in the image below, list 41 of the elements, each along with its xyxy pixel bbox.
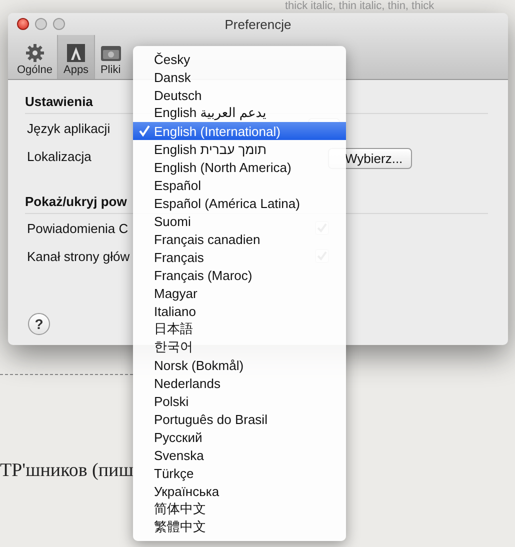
menu-item[interactable]: Español bbox=[133, 176, 346, 194]
checkbox-label: Powiadomienia C bbox=[27, 220, 128, 236]
menu-item[interactable]: 简体中文 bbox=[133, 500, 346, 518]
menu-item[interactable]: Polski bbox=[133, 392, 346, 410]
folder-icon bbox=[100, 43, 122, 63]
toolbar-tab[interactable]: Pliki bbox=[94, 35, 127, 79]
menu-item[interactable]: Česky bbox=[133, 50, 346, 68]
menu-item[interactable]: Italiano bbox=[133, 302, 346, 320]
menu-item[interactable]: Svenska bbox=[133, 446, 346, 464]
toolbar-tab[interactable]: Ogólne bbox=[12, 35, 58, 79]
menu-item[interactable]: Suomi bbox=[133, 212, 346, 230]
menu-item[interactable]: Norsk (Bokmål) bbox=[133, 356, 346, 374]
menu-item[interactable]: English (International) bbox=[133, 122, 346, 140]
gear-icon bbox=[24, 43, 45, 63]
menu-item[interactable]: Nederlands bbox=[133, 374, 346, 392]
checkbox-label: Kanał strony głów bbox=[27, 248, 130, 264]
menu-item[interactable]: Français canadien bbox=[133, 230, 346, 248]
background-text: ТР'шников (пиш bbox=[0, 460, 134, 482]
toolbar-tab[interactable]: Apps bbox=[57, 35, 95, 79]
menu-item[interactable]: Dansk bbox=[133, 68, 346, 86]
menu-item[interactable]: 繁體中文 bbox=[133, 518, 346, 536]
field-label: Lokalizacja bbox=[27, 148, 92, 164]
zoom-button[interactable] bbox=[53, 18, 65, 30]
menu-item[interactable]: Türkçe bbox=[133, 464, 346, 482]
menu-item[interactable]: Français bbox=[133, 248, 346, 266]
close-button[interactable] bbox=[17, 18, 29, 30]
menu-item[interactable]: Español (América Latina) bbox=[133, 194, 346, 212]
menu-item[interactable]: 日本語 bbox=[133, 320, 346, 338]
window-title: Preferencje bbox=[224, 16, 292, 32]
help-button[interactable]: ? bbox=[28, 313, 50, 335]
menu-item[interactable]: Русский bbox=[133, 428, 346, 446]
checkmark-icon bbox=[139, 125, 150, 137]
menu-item[interactable]: Français (Maroc) bbox=[133, 266, 346, 284]
field-label: Język aplikacji bbox=[27, 120, 110, 136]
apps-logo-icon bbox=[66, 43, 86, 63]
menu-item[interactable]: 한국어 bbox=[133, 338, 346, 356]
menu-item[interactable]: Українська bbox=[133, 482, 346, 500]
menu-item[interactable]: Português do Brasil bbox=[133, 410, 346, 428]
background-text: thick italic, thin italic, thin, thick bbox=[285, 0, 434, 12]
menu-item[interactable]: Magyar bbox=[133, 284, 346, 302]
minimize-button[interactable] bbox=[35, 18, 47, 30]
